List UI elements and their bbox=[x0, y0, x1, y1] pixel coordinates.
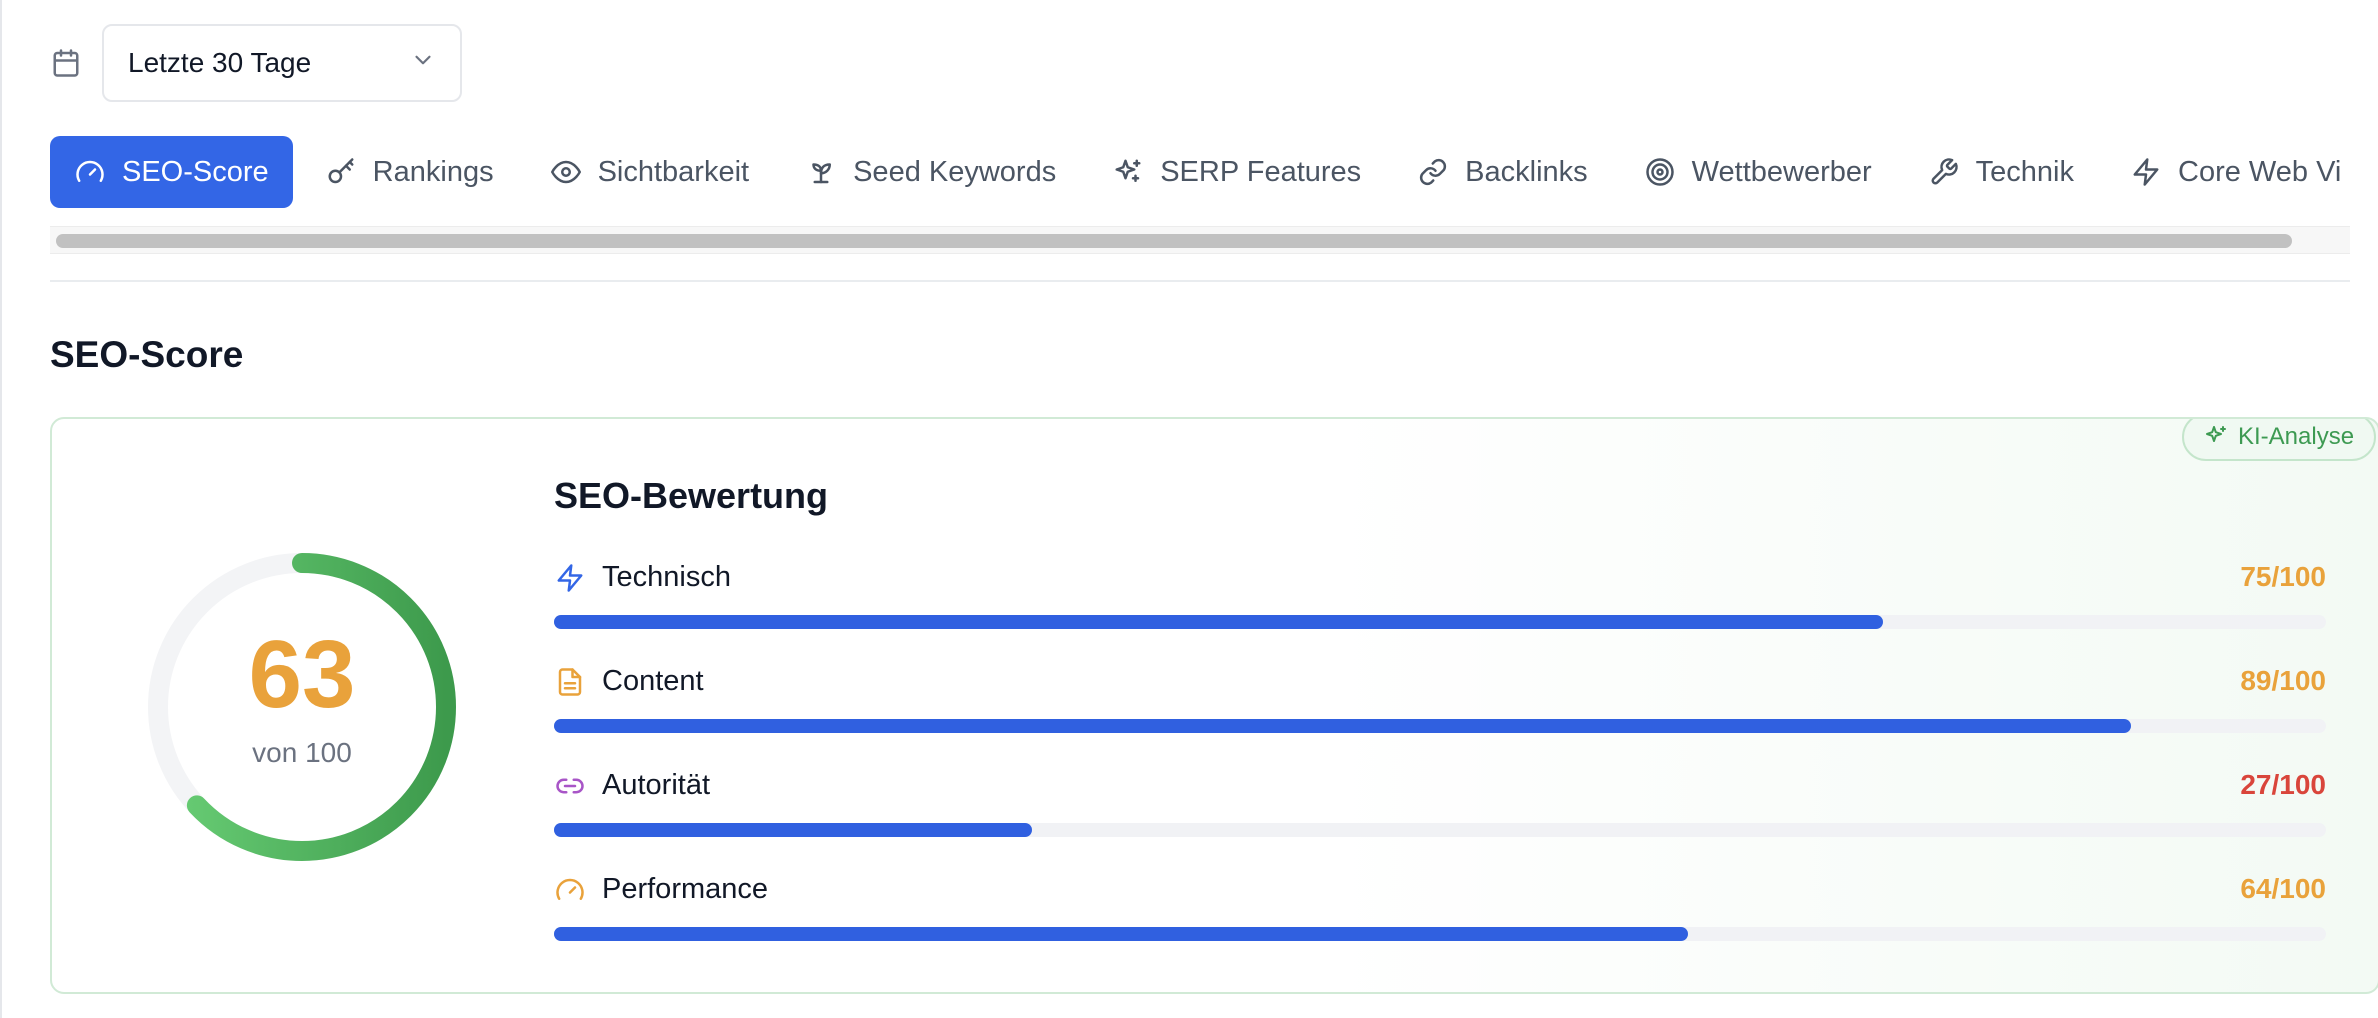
zap-icon bbox=[554, 561, 586, 595]
ai-analysis-badge: KI-Analyse bbox=[2182, 419, 2377, 461]
tab-label: Sichtbarkeit bbox=[597, 155, 750, 188]
metric-value: 27/100 bbox=[2240, 769, 2326, 800]
target-icon bbox=[1644, 156, 1676, 188]
ai-analysis-label: KI-Analyse bbox=[2238, 423, 2355, 450]
date-range-select[interactable]: Letzte 30 Tage bbox=[102, 24, 462, 102]
score-value: 63 bbox=[248, 621, 356, 728]
divider bbox=[50, 280, 2350, 282]
score-max-label: von 100 bbox=[252, 737, 352, 768]
metric-track bbox=[554, 927, 2326, 941]
tab-sichtbarkeit[interactable]: Sichtbarkeit bbox=[526, 136, 774, 208]
tab-label: SEO-Score bbox=[122, 155, 269, 188]
tab-backlinks[interactable]: Backlinks bbox=[1393, 136, 1612, 208]
link-icon bbox=[1417, 156, 1449, 188]
metric-track bbox=[554, 719, 2326, 733]
metric-autoritaet: Autorität 27/100 bbox=[554, 769, 2326, 849]
sprout-icon bbox=[805, 156, 837, 188]
metric-label: Technisch bbox=[602, 561, 731, 593]
metric-bar-fill bbox=[554, 719, 2132, 733]
metric-value: 64/100 bbox=[2240, 873, 2326, 904]
calendar-icon bbox=[48, 45, 84, 81]
metric-bar-fill bbox=[554, 927, 1689, 941]
metric-value: 75/100 bbox=[2240, 561, 2326, 592]
tab-seed-keywords[interactable]: Seed Keywords bbox=[781, 136, 1080, 208]
left-border bbox=[0, 0, 2, 1018]
date-range-filter: Letzte 30 Tage bbox=[48, 24, 462, 102]
eye-icon bbox=[550, 156, 582, 188]
gauge-icon bbox=[554, 873, 586, 907]
tab-label: Seed Keywords bbox=[853, 155, 1057, 188]
tab-wettbewerber[interactable]: Wettbewerber bbox=[1620, 136, 1896, 208]
metric-track bbox=[554, 823, 2326, 837]
tab-label: SERP Features bbox=[1160, 155, 1362, 188]
link-icon bbox=[554, 769, 586, 803]
sparkles-icon bbox=[1112, 156, 1144, 188]
metric-bar-fill bbox=[554, 823, 1033, 837]
tab-technik[interactable]: Technik bbox=[1904, 136, 2098, 208]
zap-icon bbox=[2130, 156, 2162, 188]
tab-seo-score[interactable]: SEO-Score bbox=[50, 136, 293, 208]
wrench-icon bbox=[1928, 156, 1960, 188]
tab-core-web-vitals[interactable]: Core Web Vi bbox=[2106, 136, 2350, 208]
metric-value: 89/100 bbox=[2240, 665, 2326, 696]
tab-label: Wettbewerber bbox=[1691, 155, 1872, 188]
metric-technisch: Technisch 75/100 bbox=[554, 561, 2326, 641]
metric-track bbox=[554, 615, 2326, 629]
chevron-down-icon bbox=[410, 47, 436, 80]
sparkles-icon bbox=[2204, 424, 2230, 450]
tab-serp-features[interactable]: SERP Features bbox=[1088, 136, 1385, 208]
section-title: SEO-Score bbox=[50, 334, 244, 375]
metric-content: Content 89/100 bbox=[554, 665, 2326, 745]
key-icon bbox=[325, 156, 357, 188]
metric-label: Autorität bbox=[602, 769, 710, 801]
seo-score-card: KI-Analyse 63 von 100 SEO-Bewertung Tech… bbox=[50, 417, 2378, 994]
gauge-icon bbox=[74, 156, 106, 188]
report-tabs: SEO-Score Rankings Sichtbarkeit Seed Key… bbox=[50, 136, 2350, 208]
date-range-value: Letzte 30 Tage bbox=[128, 47, 312, 78]
metric-label: Content bbox=[602, 665, 704, 697]
scrollbar-thumb[interactable] bbox=[56, 234, 2292, 248]
tab-rankings[interactable]: Rankings bbox=[301, 136, 518, 208]
rating-title: SEO-Bewertung bbox=[554, 475, 829, 516]
metric-performance: Performance 64/100 bbox=[554, 873, 2326, 953]
tab-label: Technik bbox=[1975, 155, 2074, 188]
file-text-icon bbox=[554, 665, 586, 699]
tab-label: Backlinks bbox=[1465, 155, 1588, 188]
tab-label: Rankings bbox=[372, 155, 494, 188]
metric-label: Performance bbox=[602, 873, 769, 905]
tab-label: Core Web Vi bbox=[2178, 155, 2342, 188]
metric-bar-fill bbox=[554, 615, 1883, 629]
tabs-scrollbar[interactable] bbox=[50, 226, 2350, 254]
